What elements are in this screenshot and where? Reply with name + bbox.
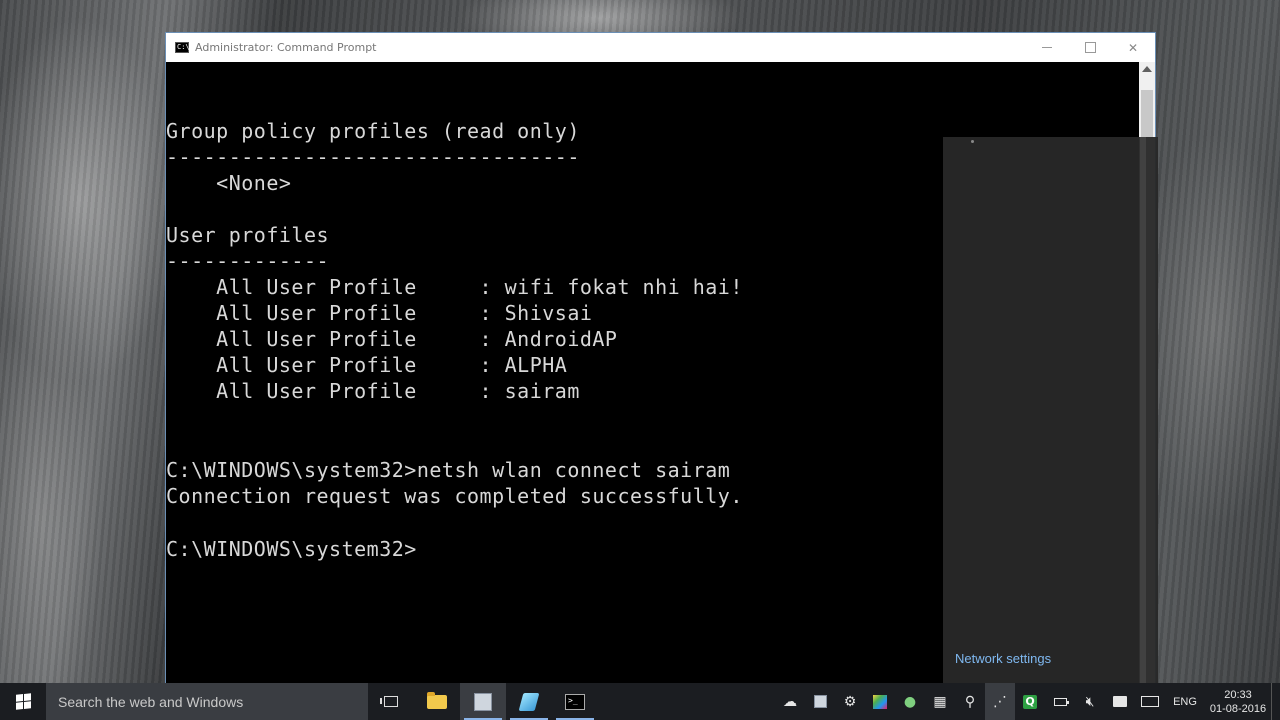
q-app-icon: Q (1023, 694, 1037, 709)
network-settings-link[interactable]: Network settings (955, 651, 1051, 666)
network-flyout[interactable]: Network settings (943, 137, 1158, 683)
action-center-icon (1113, 696, 1127, 707)
usb-icon: ⚲ (964, 693, 976, 710)
console-line: Connection request was completed success… (166, 484, 743, 508)
action-center-button[interactable] (1105, 683, 1135, 720)
wifi-icon: ⋰ (993, 693, 1007, 710)
console-line: All User Profile : Shivsai (166, 301, 593, 325)
search-box[interactable]: Search the web and Windows (46, 683, 368, 720)
clock-date: 01-08-2016 (1209, 702, 1267, 715)
network-tool-icon: ⚙ (843, 693, 857, 710)
volume-muted-icon: 🔇︎ (1085, 693, 1095, 710)
file-explorer-button[interactable] (414, 683, 460, 720)
app-tray-button[interactable] (805, 683, 835, 720)
battery-icon (1053, 697, 1069, 706)
onedrive-icon: ☁ (783, 693, 797, 710)
system-tray: ☁ ⚙ ● ▦ ⚲ ⋰ Q 🔇︎ ENG 20:33 01-08-2016 (775, 683, 1280, 720)
chat-button[interactable]: ● (895, 683, 925, 720)
chat-icon: ● (903, 693, 917, 710)
maximize-button[interactable] (1068, 33, 1112, 62)
calculator-button[interactable]: ▦ (925, 683, 955, 720)
console-line: <None> (166, 171, 292, 195)
console-line: --------------------------------- (166, 145, 580, 169)
onedrive-button[interactable]: ☁ (775, 683, 805, 720)
close-icon: ✕ (1127, 40, 1139, 55)
close-button[interactable]: ✕ (1111, 33, 1155, 62)
usb-button[interactable]: ⚲ (955, 683, 985, 720)
app-icon (474, 692, 492, 711)
clock-time: 20:33 (1224, 688, 1252, 701)
keyboard-icon (1141, 696, 1159, 707)
scroll-thumb[interactable] (1141, 90, 1153, 138)
network-tool-button[interactable]: ⚙ (835, 683, 865, 720)
colorful-app-icon (873, 694, 887, 709)
calculator-icon: ▦ (933, 693, 947, 710)
window-title: Administrator: Command Prompt (195, 41, 377, 54)
pen-app-icon (518, 692, 540, 711)
volume-button[interactable]: 🔇︎ (1075, 683, 1105, 720)
minimize-button[interactable] (1025, 33, 1069, 62)
battery-button[interactable] (1045, 683, 1075, 720)
task-view-button[interactable] (368, 683, 414, 720)
keyboard-button[interactable] (1135, 683, 1165, 720)
language-label: ENG (1173, 695, 1197, 708)
cmd-window-icon[interactable]: C:\ (175, 42, 190, 53)
flyout-scroll-edge (1140, 137, 1146, 683)
console-line: Group policy profiles (read only) (166, 119, 580, 143)
pen-app-button[interactable] (506, 683, 552, 720)
console-line: All User Profile : sairam (166, 379, 580, 403)
scroll-up-arrow-icon[interactable] (1142, 66, 1152, 72)
loading-dot-icon (971, 140, 974, 143)
taskbar: Search the web and Windows >_ ☁ ⚙ ● ▦ ⚲ … (0, 683, 1280, 720)
search-placeholder: Search the web and Windows (58, 693, 244, 710)
command-prompt-icon: >_ (565, 693, 585, 710)
command-prompt-taskbar-button[interactable]: >_ (552, 683, 598, 720)
console-line: User profiles (166, 223, 330, 247)
console-line: All User Profile : AndroidAP (166, 327, 618, 351)
file-explorer-icon (427, 691, 447, 709)
minimize-icon (1042, 47, 1052, 48)
title-bar[interactable]: C:\ Administrator: Command Prompt ✕ (166, 33, 1155, 62)
windows-logo-icon (15, 693, 31, 710)
app-tray-icon (813, 695, 827, 708)
task-view-icon (380, 696, 398, 707)
wifi-button[interactable]: ⋰ (985, 683, 1015, 720)
console-line: All User Profile : ALPHA (166, 353, 568, 377)
language-indicator[interactable]: ENG (1165, 683, 1205, 720)
app-button[interactable] (460, 683, 506, 720)
q-app-button[interactable]: Q (1015, 683, 1045, 720)
colorful-app-button[interactable] (865, 683, 895, 720)
maximize-icon (1084, 42, 1096, 53)
console-prompt[interactable]: C:\WINDOWS\system32> (166, 536, 417, 562)
start-button[interactable] (0, 683, 46, 720)
show-desktop-button[interactable] (1271, 683, 1280, 720)
clock[interactable]: 20:33 01-08-2016 (1205, 688, 1271, 716)
console-line: ------------- (166, 249, 330, 273)
console-line: All User Profile : wifi fokat nhi hai! (166, 275, 743, 299)
console-line: C:\WINDOWS\system32>netsh wlan connect s… (166, 458, 731, 482)
